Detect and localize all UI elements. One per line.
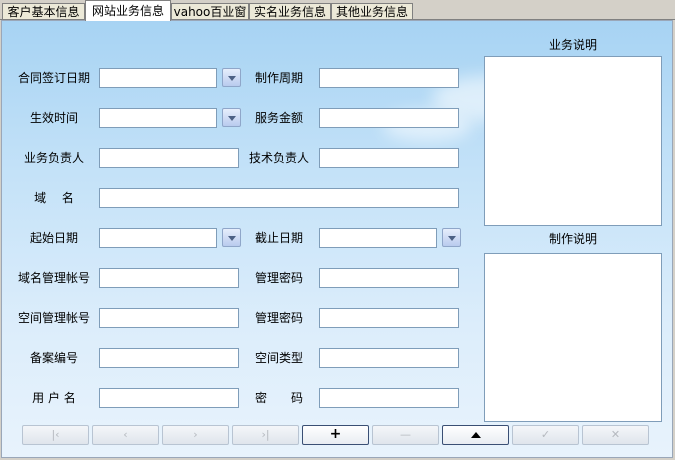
end-date-dropdown-icon[interactable] (442, 228, 461, 247)
end-date-label: 截止日期 (254, 231, 303, 245)
password-label: 密 码 (254, 391, 303, 405)
domain-label: 域 名 (34, 191, 74, 205)
save-record-button[interactable] (442, 425, 509, 445)
username-field[interactable] (99, 388, 239, 408)
edit-record-button[interactable]: ✓ (512, 425, 579, 445)
production-period-label: 制作周期 (254, 71, 303, 85)
space-password-label: 管理密码 (254, 311, 303, 325)
add-record-button[interactable]: + (302, 425, 369, 445)
effective-date-field[interactable] (99, 108, 217, 128)
record-number-field[interactable] (99, 348, 239, 368)
start-date-label: 起始日期 (29, 231, 78, 245)
tab-vahoo[interactable]: vahoo百业窗 (171, 3, 249, 19)
tech-owner-label: 技术负责人 (248, 151, 309, 165)
domain-field[interactable] (99, 188, 459, 208)
space-type-label: 空间类型 (254, 351, 303, 365)
next-record-button[interactable]: › (162, 425, 229, 445)
tech-owner-field[interactable] (319, 148, 459, 168)
service-amount-label: 服务金额 (254, 111, 303, 125)
end-date-field[interactable] (319, 228, 437, 248)
production-desc-textarea[interactable] (484, 253, 662, 422)
domain-password-field[interactable] (319, 268, 459, 288)
cancel-record-button[interactable]: ✕ (582, 425, 649, 445)
space-type-field[interactable] (319, 348, 459, 368)
first-record-button[interactable]: |‹ (22, 425, 89, 445)
record-number-label: 备案编号 (29, 351, 78, 365)
domain-account-label: 域名管理帐号 (17, 271, 90, 285)
username-label: 用 户 名 (32, 391, 76, 405)
effective-date-label: 生效时间 (29, 111, 78, 125)
service-amount-field[interactable] (319, 108, 459, 128)
domain-password-label: 管理密码 (254, 271, 303, 285)
business-owner-label: 业务负责人 (23, 151, 84, 165)
tab-bar: 客户基本信息 网站业务信息 vahoo百业窗 实名业务信息 其他业务信息 (0, 0, 675, 21)
domain-account-field[interactable] (99, 268, 239, 288)
tab-other-business[interactable]: 其他业务信息 (331, 3, 413, 19)
business-owner-field[interactable] (99, 148, 239, 168)
effective-date-dropdown-icon[interactable] (222, 108, 241, 127)
business-desc-title: 业务说明 (548, 38, 597, 52)
prev-record-button[interactable]: ‹ (92, 425, 159, 445)
last-record-button[interactable]: ›| (232, 425, 299, 445)
contract-date-label: 合同签订日期 (17, 71, 90, 85)
space-password-field[interactable] (319, 308, 459, 328)
production-period-field[interactable] (319, 68, 459, 88)
space-account-label: 空间管理帐号 (17, 311, 90, 325)
contract-date-dropdown-icon[interactable] (222, 68, 241, 87)
start-date-dropdown-icon[interactable] (222, 228, 241, 247)
contract-date-field[interactable] (99, 68, 217, 88)
space-account-field[interactable] (99, 308, 239, 328)
start-date-field[interactable] (99, 228, 217, 248)
delete-record-button[interactable]: — (372, 425, 439, 445)
tab-customer-info[interactable]: 客户基本信息 (2, 3, 85, 19)
up-triangle-icon (471, 432, 481, 438)
tab-realname-business[interactable]: 实名业务信息 (249, 3, 331, 19)
business-desc-textarea[interactable] (484, 56, 662, 226)
tab-website-business[interactable]: 网站业务信息 (85, 0, 171, 21)
password-field[interactable] (319, 388, 459, 408)
website-business-panel: 合同签订日期 制作周期 生效时间 服务金额 业务负责人 技术负责人 域 名 起始… (1, 20, 673, 458)
production-desc-title: 制作说明 (548, 232, 597, 246)
